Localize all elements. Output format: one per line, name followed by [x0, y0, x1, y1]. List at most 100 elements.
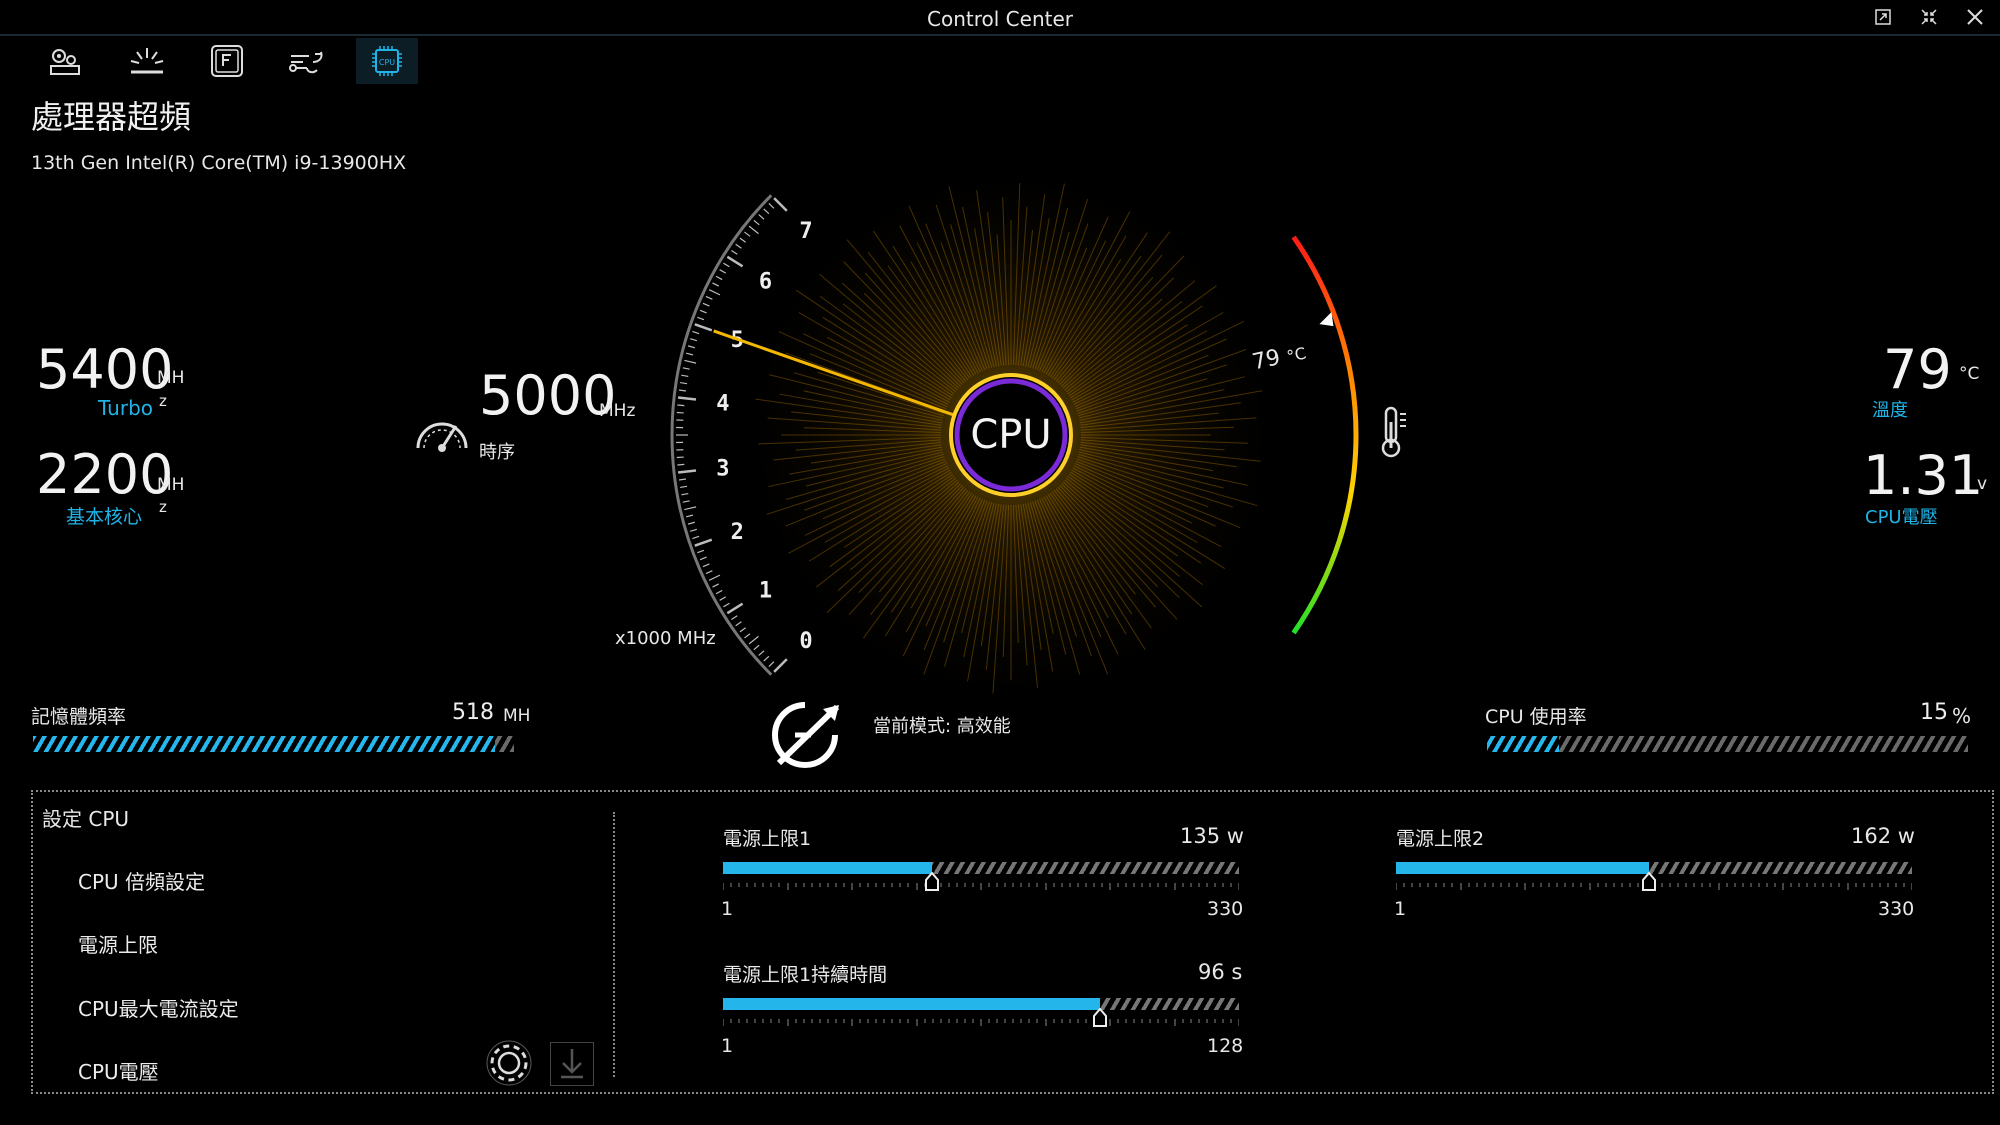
cpu-usage-unit: % — [1952, 704, 1972, 728]
gauge-tick — [681, 492, 689, 496]
gauge-tick — [753, 644, 760, 651]
gauge-tick — [692, 535, 700, 540]
page-title: 處理器超頻 — [31, 98, 192, 136]
gauge-tick — [692, 330, 700, 335]
cpu-model: 13th Gen Intel(R) Core(TM) i9-13900HX — [31, 152, 407, 174]
memory-freq-bar-fill — [33, 736, 495, 752]
gauge-tick — [689, 338, 698, 342]
lighting-icon[interactable] — [116, 38, 178, 84]
base-unit: MH — [157, 475, 185, 495]
pl1-value: 135 w — [1180, 824, 1244, 848]
gauge-tick — [758, 214, 765, 220]
system-settings-icon[interactable] — [34, 38, 96, 84]
gauge-tick — [763, 655, 770, 662]
cpu-usage-value: 15 — [1920, 700, 1948, 725]
cpu-icon[interactable]: CPU — [356, 38, 418, 84]
memory-freq-label: 記憶體頻率 — [31, 706, 127, 728]
turbo-value: 5400 — [36, 338, 174, 401]
gauge-tick — [686, 514, 694, 518]
gauge-tick — [763, 208, 770, 215]
gauge-tick — [699, 309, 707, 314]
gauge-tick — [715, 589, 723, 595]
gauge-tick — [697, 316, 705, 321]
pl2-slider-thumb[interactable] — [1641, 871, 1657, 896]
menu-item-cpu-voltage[interactable]: CPU電壓 — [78, 1056, 159, 1085]
cpu-usage-label: CPU 使用率 — [1485, 706, 1587, 728]
voltage-unit: v — [1977, 474, 1988, 494]
temperature-label: 溫度 — [1872, 400, 1908, 421]
turbo-unit-suffix: z — [159, 392, 167, 410]
gauge-tick — [758, 650, 765, 656]
fan-icon[interactable] — [276, 38, 338, 84]
gauge-tick — [768, 203, 775, 209]
gauge-tick — [726, 255, 744, 268]
pl2-value: 162 w — [1851, 824, 1915, 848]
gauge-center-label: CPU — [970, 412, 1052, 458]
window-title: Control Center — [927, 7, 1073, 31]
gauge-tick — [684, 506, 697, 511]
gauge-tick — [702, 302, 710, 307]
gauge-scale-label: 2 — [731, 520, 744, 545]
gauge-tick — [731, 249, 738, 255]
gauge-tick — [773, 197, 788, 212]
gauge-tick — [689, 528, 698, 532]
tau-ticks — [722, 1012, 1240, 1026]
gauge-tick — [723, 602, 730, 608]
menu-item-max-current[interactable]: CPU最大電流設定 — [78, 993, 239, 1022]
menu-item-multiplier[interactable]: CPU 倍頻設定 — [78, 866, 205, 895]
pl1-slider-thumb[interactable] — [924, 871, 940, 896]
tau-slider-thumb[interactable] — [1092, 1007, 1108, 1032]
tau-label: 電源上限1持續時間 — [723, 964, 888, 986]
performance-mode-icon — [765, 695, 845, 779]
menu-item-power-limit[interactable]: 電源上限 — [78, 929, 158, 958]
pl1-ticks — [722, 876, 1240, 890]
tau-value: 96 s — [1198, 960, 1243, 984]
close-icon[interactable] — [1960, 4, 1990, 30]
gauge-tick — [768, 661, 775, 667]
download-icon[interactable] — [550, 1042, 594, 1086]
gauge-tick — [705, 570, 713, 575]
minimize-icon[interactable] — [1914, 4, 1944, 30]
gauge-scale-label: 4 — [716, 392, 729, 417]
gauge-tick — [686, 352, 694, 356]
gauge-tick — [719, 596, 727, 601]
gauge-tick — [684, 359, 697, 364]
temperature-marker — [1319, 312, 1334, 327]
pl1-min: 1 — [721, 898, 734, 920]
gauge-tick — [753, 219, 760, 226]
pl1-label: 電源上限1 — [723, 828, 812, 850]
restore-icon[interactable] — [1868, 4, 1898, 30]
gauge-scale-unit: x1000 MHz — [615, 628, 716, 649]
current-mode-text: 當前模式: 高效能 — [873, 716, 1011, 737]
memory-freq-bar — [33, 736, 514, 752]
pl1-slider[interactable] — [723, 862, 1239, 874]
tau-min: 1 — [721, 1035, 734, 1057]
gauge-tick — [744, 231, 751, 237]
fn-key-icon[interactable] — [196, 38, 258, 84]
voltage-value: 1.31 — [1863, 444, 1984, 507]
gauge-tick — [682, 367, 690, 370]
gauge-tick — [680, 485, 688, 488]
memory-freq-unit: MH — [503, 706, 531, 726]
gauge-tick — [699, 556, 707, 561]
gauge-tick — [723, 262, 730, 268]
gauge-tick — [705, 295, 713, 300]
cpu-settings-panel — [31, 790, 1994, 1094]
gauge-tick — [715, 275, 723, 281]
gauge-tick — [677, 396, 697, 401]
gear-icon[interactable] — [484, 1038, 534, 1092]
gauge-scale-label: 6 — [759, 270, 772, 295]
clock-label: 時序 — [479, 442, 515, 463]
gauge-tick — [694, 538, 713, 547]
gauge-tick — [773, 658, 788, 673]
temperature-value: 79 — [1883, 338, 1952, 401]
gauge-tick — [687, 345, 695, 349]
pl1-slider-fill — [723, 862, 932, 874]
tau-max: 128 — [1207, 1035, 1244, 1057]
gauge-tick — [687, 521, 695, 525]
turbo-label: Turbo — [98, 396, 154, 420]
gauge-tick — [677, 463, 685, 466]
tau-slider[interactable] — [723, 998, 1239, 1010]
gauge-tick — [682, 500, 690, 503]
base-label: 基本核心 — [66, 506, 143, 528]
